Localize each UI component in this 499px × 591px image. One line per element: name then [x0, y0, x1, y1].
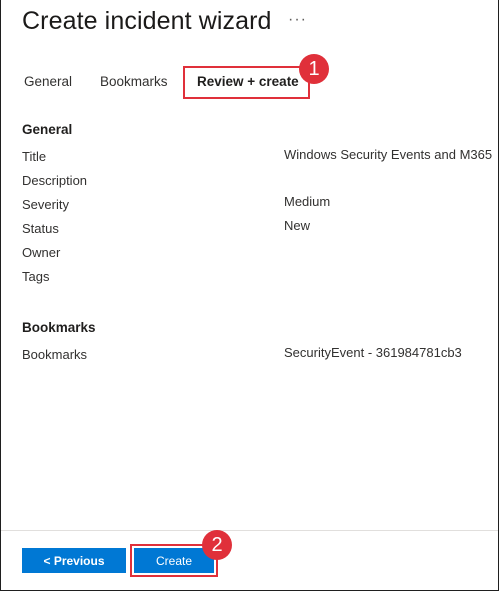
- description-label: Description: [22, 173, 88, 188]
- page-title: Create incident wizard: [22, 7, 272, 35]
- previous-button[interactable]: < Previous: [22, 548, 126, 573]
- callout-badge-2: 2: [202, 530, 232, 560]
- review-tab-highlight: [183, 66, 310, 99]
- severity-label: Severity: [22, 197, 69, 212]
- callout-badge-1: 1: [299, 54, 329, 84]
- bookmarks-label: Bookmarks: [22, 347, 88, 362]
- footer-divider: [1, 530, 498, 531]
- severity-value: Medium: [284, 194, 331, 209]
- tab-bookmarks[interactable]: Bookmarks: [100, 74, 168, 89]
- tab-general[interactable]: General: [24, 74, 72, 89]
- title-value: Windows Security Events and M365: [284, 147, 493, 162]
- tags-label: Tags: [22, 269, 50, 284]
- status-label: Status: [22, 221, 59, 236]
- status-value: New: [284, 218, 311, 233]
- bookmarks-section-heading: Bookmarks: [22, 320, 96, 335]
- general-section-heading: General: [22, 122, 73, 137]
- bookmarks-value: SecurityEvent - 361984781cb3: [284, 345, 462, 360]
- owner-label: Owner: [22, 245, 61, 260]
- title-label: Title: [22, 149, 47, 164]
- more-options-icon[interactable]: ···: [288, 11, 307, 29]
